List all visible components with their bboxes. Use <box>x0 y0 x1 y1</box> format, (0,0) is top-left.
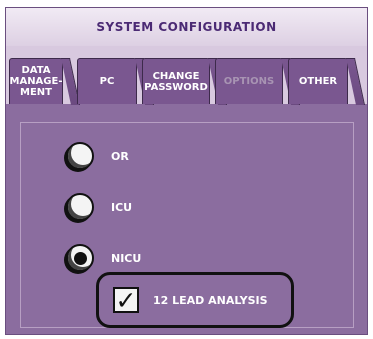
radio-button-or[interactable] <box>66 142 94 170</box>
radio-label-or: OR <box>111 149 129 163</box>
radio-option-icu[interactable]: ICU <box>66 193 132 221</box>
tab-change-password[interactable]: CHANGE PASSWORD <box>142 58 210 104</box>
radio-label-nicu: NICU <box>111 251 142 265</box>
twelve-lead-analysis-label: 12 LEAD ANALYSIS <box>153 293 268 307</box>
checkmark-icon: ✓ <box>115 285 137 315</box>
tab-pc[interactable]: PC <box>77 58 137 104</box>
radio-button-nicu[interactable] <box>66 244 94 272</box>
tab-strip: DATA MANAGE- MENT PC CHANGE PASSWORD OPT… <box>6 46 367 104</box>
twelve-lead-analysis-option[interactable]: ✓ 12 LEAD ANALYSIS <box>96 272 294 328</box>
radio-selected-dot <box>73 251 87 265</box>
tab-options: OPTIONS <box>215 58 283 104</box>
radio-label-icu: ICU <box>111 200 133 214</box>
tab-options-label: OPTIONS <box>223 76 275 87</box>
tab-other-label: OTHER <box>298 76 338 87</box>
tab-change-password-label: CHANGE PASSWORD <box>144 70 208 93</box>
radio-button-icu[interactable] <box>66 193 94 221</box>
radio-option-or[interactable]: OR <box>66 142 129 170</box>
system-configuration-panel: SYSTEM CONFIGURATION DATA MANAGE- MENT P… <box>5 7 368 335</box>
title-bar: SYSTEM CONFIGURATION <box>6 8 367 47</box>
page-title: SYSTEM CONFIGURATION <box>96 20 277 34</box>
tab-other[interactable]: OTHER <box>288 58 348 104</box>
tab-data-management[interactable]: DATA MANAGE- MENT <box>9 58 63 104</box>
twelve-lead-analysis-checkbox[interactable]: ✓ <box>113 287 139 313</box>
tab-pc-label: PC <box>99 76 115 87</box>
tab-data-management-label: DATA MANAGE- MENT <box>9 65 63 98</box>
radio-option-nicu[interactable]: NICU <box>66 244 141 272</box>
